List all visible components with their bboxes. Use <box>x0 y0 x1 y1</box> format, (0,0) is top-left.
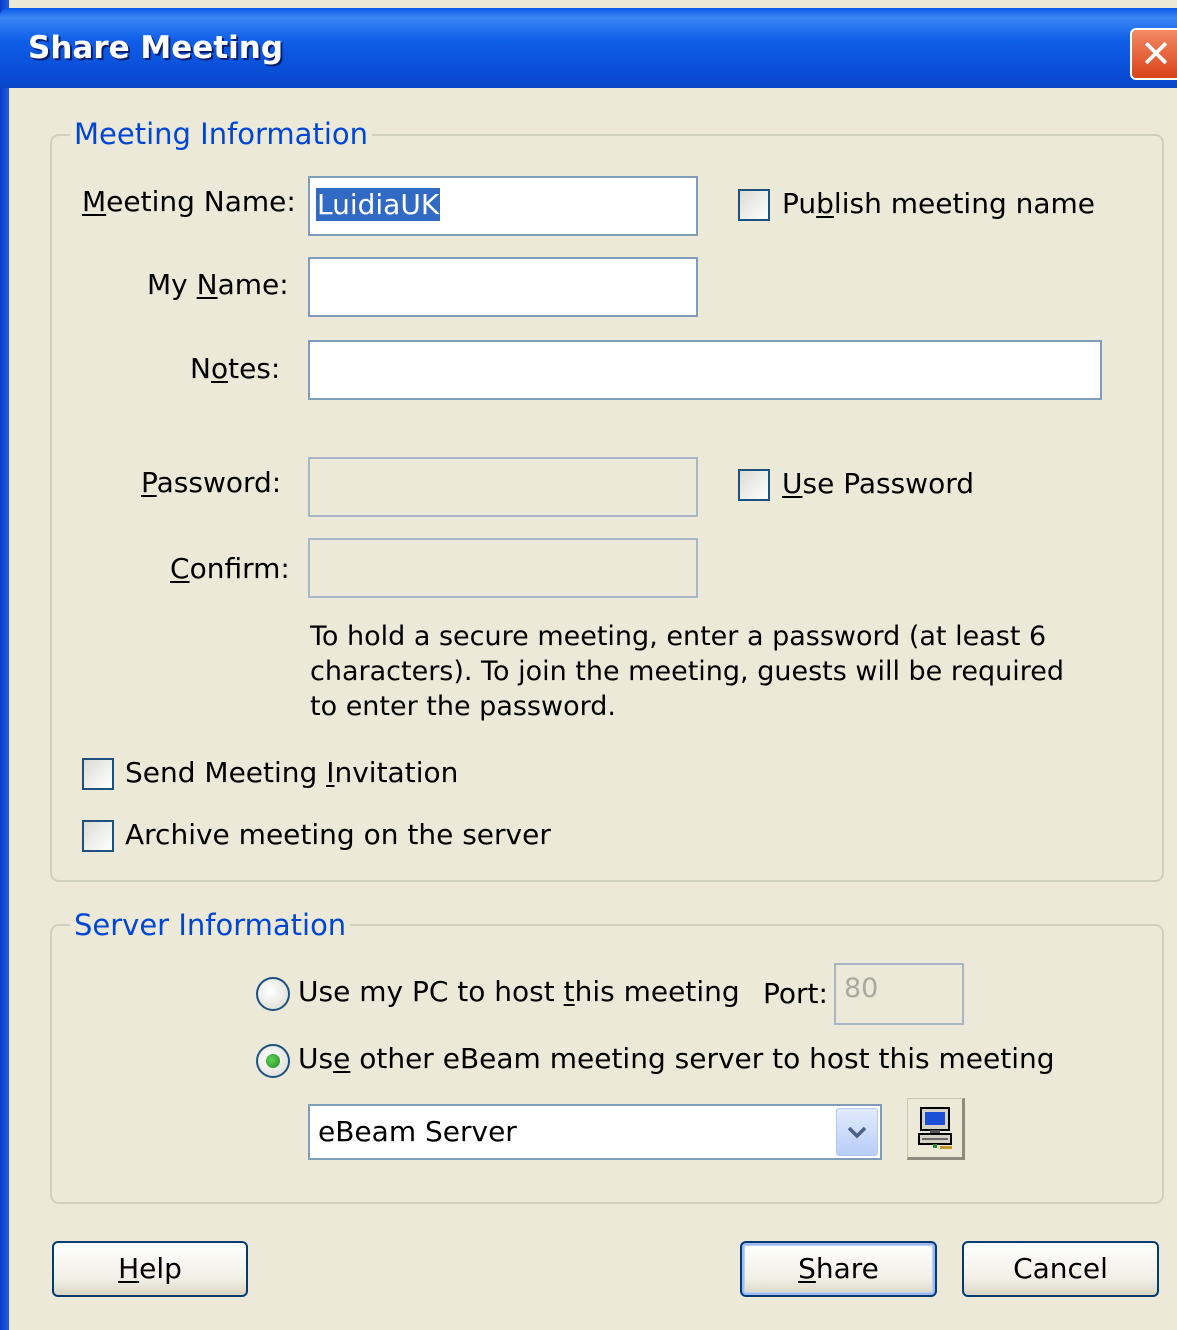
meeting-name-value: LuidiaUK <box>316 188 441 221</box>
close-icon: ✕ <box>1140 32 1172 76</box>
confirm-label: Confirm: <box>170 552 290 585</box>
radio-selected-dot <box>266 1054 280 1068</box>
server-settings-button[interactable] <box>907 1098 965 1160</box>
use-other-server-radio[interactable] <box>256 1044 290 1078</box>
port-value: 80 <box>844 973 879 1004</box>
send-meeting-invitation-checkbox[interactable] <box>82 758 114 790</box>
notes-label: Notes: <box>190 352 281 385</box>
chevron-down-icon <box>847 1126 867 1139</box>
use-my-pc-radio[interactable] <box>256 977 290 1011</box>
meeting-name-input[interactable]: LuidiaUK <box>308 176 698 236</box>
use-password-checkbox[interactable] <box>738 469 770 501</box>
confirm-password-input[interactable] <box>308 538 698 598</box>
help-button[interactable]: Help <box>52 1241 248 1297</box>
password-label: Password: <box>141 466 282 499</box>
server-select-value: eBeam Server <box>318 1115 517 1148</box>
my-name-input[interactable] <box>308 257 698 317</box>
use-my-pc-label[interactable]: Use my PC to host this meeting <box>298 975 740 1009</box>
use-other-server-label[interactable]: Use other eBeam meeting server to host t… <box>298 1042 1055 1076</box>
port-label: Port: <box>763 977 828 1010</box>
publish-meeting-name-checkbox[interactable] <box>738 189 770 221</box>
share-meeting-dialog: Share Meeting ✕ Meeting Information Meet… <box>0 0 1177 1330</box>
meeting-information-legend: Meeting Information <box>70 117 373 151</box>
server-information-legend: Server Information <box>70 908 351 942</box>
close-button[interactable]: ✕ <box>1130 28 1177 80</box>
cancel-button[interactable]: Cancel <box>962 1241 1159 1297</box>
meeting-name-label: Meeting Name: <box>82 185 296 218</box>
computer-icon <box>918 1107 952 1149</box>
use-password-label[interactable]: Use Password <box>782 467 974 501</box>
send-meeting-invitation-label[interactable]: Send Meeting Invitation <box>125 756 458 790</box>
share-button[interactable]: Share <box>740 1241 937 1297</box>
archive-meeting-label[interactable]: Archive meeting on the server <box>125 818 551 852</box>
archive-meeting-checkbox[interactable] <box>82 820 114 852</box>
title-bar[interactable]: Share Meeting ✕ <box>0 8 1177 88</box>
my-name-label: My Name: <box>147 268 289 301</box>
port-input[interactable]: 80 <box>834 963 964 1025</box>
password-input[interactable] <box>308 457 698 517</box>
dropdown-arrow-button[interactable] <box>836 1108 878 1156</box>
password-help-text: To hold a secure meeting, enter a passwo… <box>310 621 1064 722</box>
notes-input[interactable] <box>308 340 1102 400</box>
publish-meeting-name-label[interactable]: Publish meeting name <box>782 187 1095 221</box>
server-select[interactable]: eBeam Server <box>308 1104 882 1160</box>
window-title: Share Meeting <box>28 30 284 66</box>
